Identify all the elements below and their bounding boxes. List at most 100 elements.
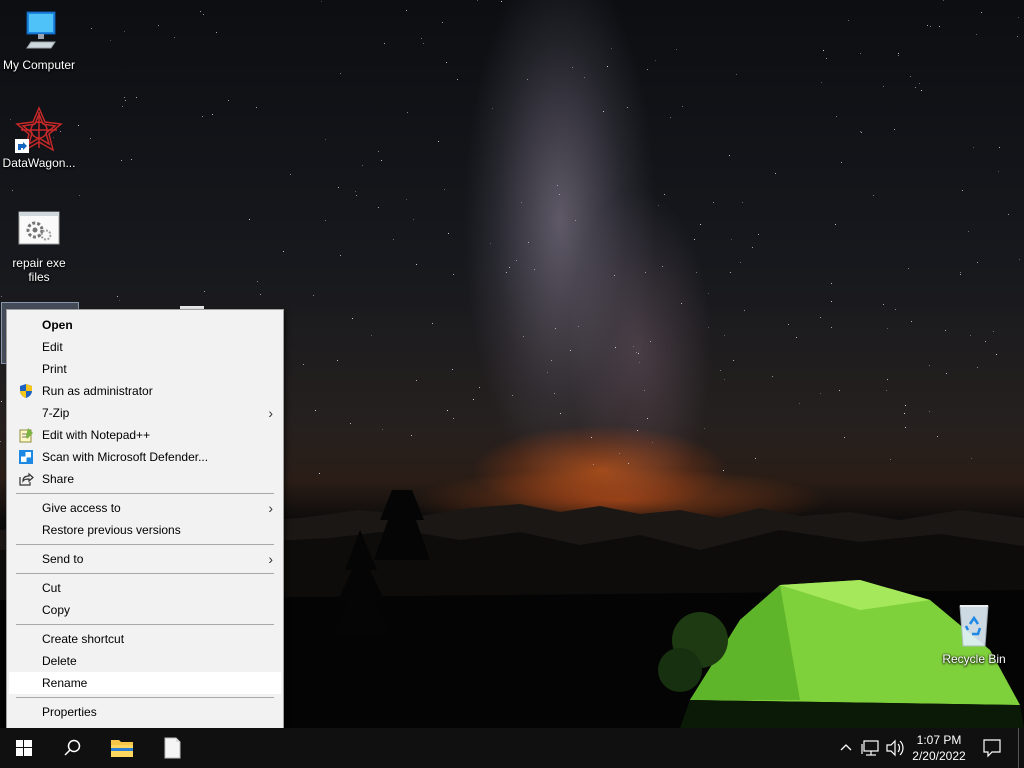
star	[752, 247, 753, 248]
star	[708, 327, 709, 328]
desktop-icon-repair-exe-files[interactable]: repair exe files	[1, 206, 77, 284]
search-icon	[64, 739, 81, 756]
star	[521, 202, 522, 203]
star	[700, 224, 701, 225]
network-button[interactable]	[860, 728, 882, 768]
star	[826, 58, 827, 59]
star	[203, 14, 204, 15]
star	[835, 224, 836, 225]
clock[interactable]: 1:07 PM 2/20/2022	[904, 732, 974, 764]
star	[930, 26, 931, 27]
star	[416, 380, 417, 381]
star	[821, 82, 822, 83]
context-menu: Open Edit Print Run as administrator 7-Z…	[6, 309, 284, 729]
star	[796, 337, 797, 338]
star	[570, 350, 571, 351]
star	[839, 390, 840, 391]
desktop-icon-my-computer[interactable]: My Computer	[1, 8, 77, 72]
star	[939, 26, 940, 27]
star	[447, 410, 448, 411]
star	[968, 231, 969, 232]
volume-button[interactable]	[884, 728, 906, 768]
star	[639, 362, 640, 363]
desktop-icon-label: DataWagon...	[2, 156, 76, 170]
star	[664, 194, 665, 195]
star	[352, 318, 353, 319]
star	[860, 53, 861, 54]
action-center-button[interactable]	[978, 728, 1006, 768]
document-app-button[interactable]	[148, 728, 196, 768]
star	[557, 185, 558, 186]
star	[729, 155, 730, 156]
start-button[interactable]	[0, 728, 48, 768]
star	[915, 87, 916, 88]
menu-item-edit[interactable]: Edit	[9, 336, 281, 358]
star	[117, 296, 118, 297]
star	[378, 151, 379, 152]
star	[919, 83, 920, 84]
star	[406, 10, 407, 11]
menu-item-open[interactable]: Open	[9, 314, 281, 336]
chevron-right-icon: ›	[268, 500, 273, 516]
menu-item-delete[interactable]: Delete	[9, 650, 281, 672]
menu-item-cut[interactable]: Cut	[9, 577, 281, 599]
star	[593, 464, 594, 465]
star	[887, 328, 888, 329]
star	[216, 32, 217, 33]
star	[416, 264, 417, 265]
menu-item-send-to[interactable]: Send to ›	[9, 548, 281, 570]
star	[973, 147, 974, 148]
file-explorer-button[interactable]	[98, 728, 146, 768]
desktop-icon-datawagon[interactable]: DataWagon...	[1, 106, 77, 170]
blank-document-icon	[164, 737, 181, 759]
star	[131, 159, 132, 160]
star	[411, 435, 412, 436]
star	[125, 100, 126, 101]
star	[681, 303, 682, 304]
menu-item-share[interactable]: Share	[9, 468, 281, 490]
star	[421, 38, 422, 39]
star	[638, 353, 639, 354]
star	[962, 190, 963, 191]
star	[645, 272, 646, 273]
desktop-icon-label: Recycle Bin	[942, 652, 1006, 666]
star	[652, 442, 653, 443]
menu-item-scan-with-defender[interactable]: Scan with Microsoft Defender...	[9, 446, 281, 468]
menu-item-7zip[interactable]: 7-Zip ›	[9, 402, 281, 424]
star	[477, 0, 478, 1]
star	[473, 399, 474, 400]
star	[696, 272, 697, 273]
menu-item-properties[interactable]: Properties	[9, 701, 281, 723]
star	[981, 12, 982, 13]
star	[457, 79, 458, 80]
menu-item-edit-with-notepad-plus-plus[interactable]: Edit with Notepad++	[9, 424, 281, 446]
star	[228, 100, 229, 101]
star	[905, 427, 906, 428]
menu-item-copy[interactable]: Copy	[9, 599, 281, 621]
show-desktop-button[interactable]	[1018, 728, 1024, 768]
star	[575, 220, 576, 221]
menu-item-restore-previous-versions[interactable]: Restore previous versions	[9, 519, 281, 541]
menu-item-give-access-to[interactable]: Give access to ›	[9, 497, 281, 519]
settings-file-icon	[15, 206, 63, 254]
star	[325, 139, 326, 140]
search-button[interactable]	[48, 728, 96, 768]
menu-item-rename[interactable]: Rename	[9, 672, 281, 694]
star	[910, 76, 911, 77]
star	[378, 207, 379, 208]
menu-item-print[interactable]: Print	[9, 358, 281, 380]
star	[886, 390, 887, 391]
star	[614, 275, 615, 276]
show-hidden-icons-button[interactable]	[836, 728, 856, 768]
star	[338, 187, 339, 188]
desktop-icon-label: My Computer	[2, 58, 76, 72]
star	[136, 97, 137, 98]
star	[999, 147, 1000, 148]
menu-item-run-as-administrator[interactable]: Run as administrator	[9, 380, 281, 402]
star	[644, 390, 645, 391]
star	[315, 410, 316, 411]
star	[78, 125, 79, 126]
star	[977, 262, 978, 263]
desktop-icon-recycle-bin[interactable]: Recycle Bin	[936, 602, 1012, 666]
menu-item-create-shortcut[interactable]: Create shortcut	[9, 628, 281, 650]
